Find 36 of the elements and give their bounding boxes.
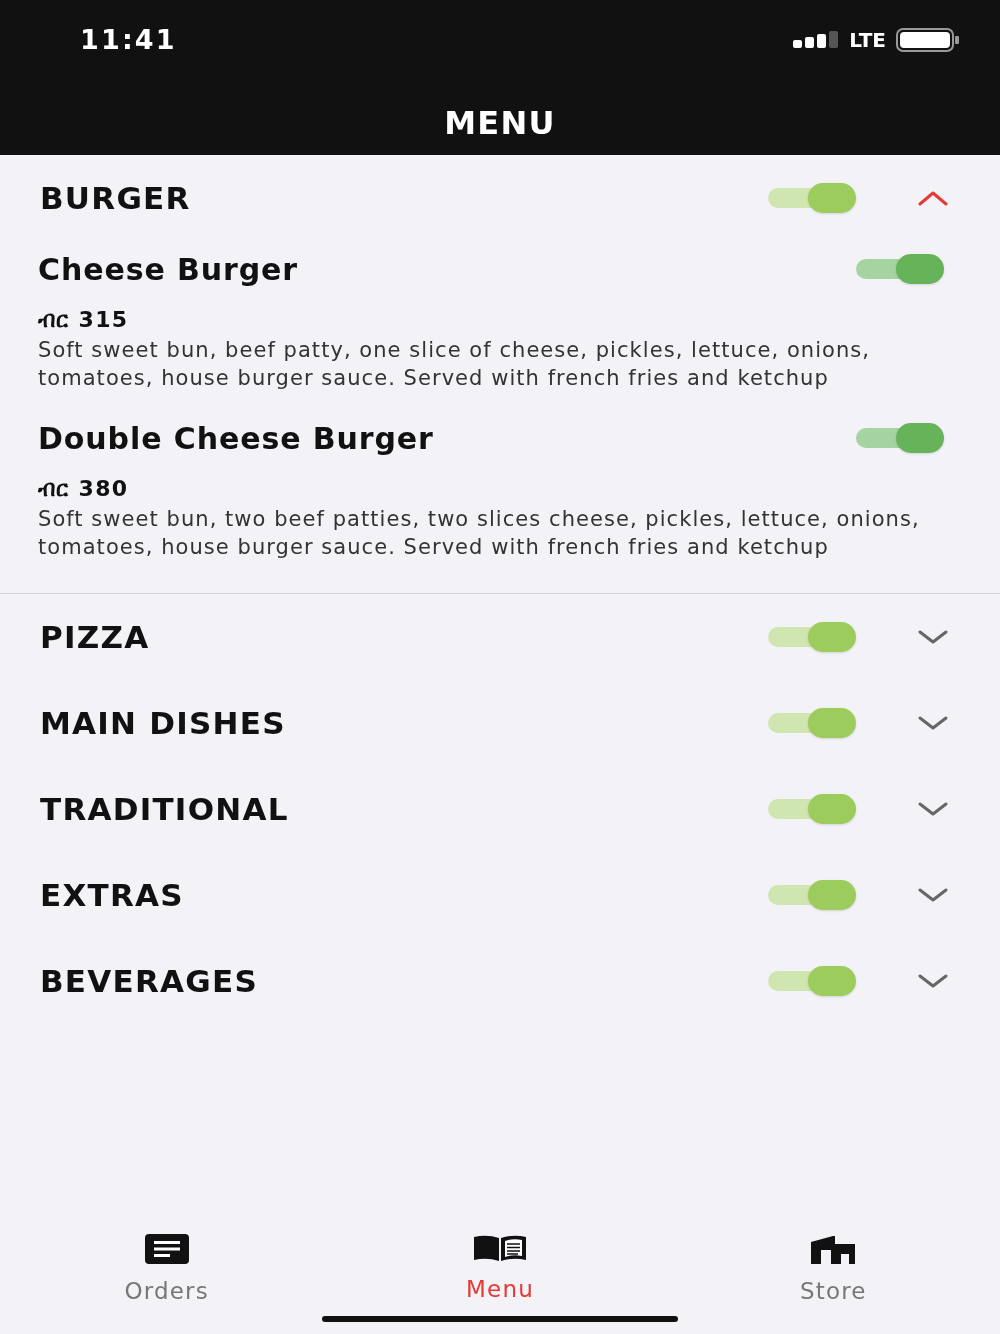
- book-icon: [473, 1234, 527, 1262]
- category-title[interactable]: TRADITIONAL: [40, 785, 768, 833]
- list-icon: [144, 1234, 189, 1264]
- toggle-switch[interactable]: [768, 794, 856, 824]
- chevron-down-icon[interactable]: [918, 715, 948, 731]
- signal-icon: [793, 31, 840, 50]
- chevron-up-icon[interactable]: [918, 190, 948, 206]
- toggle-switch[interactable]: [768, 183, 856, 213]
- status-time: 11:41: [80, 23, 177, 57]
- toggle-switch[interactable]: [856, 423, 944, 453]
- chevron-down-icon[interactable]: [918, 629, 948, 645]
- tab-item[interactable]: Store: [666, 1224, 1000, 1334]
- building-icon: [811, 1234, 856, 1264]
- toggle-switch[interactable]: [768, 708, 856, 738]
- network-label: LTE: [849, 27, 886, 55]
- chevron-down-icon[interactable]: [918, 973, 948, 989]
- toggle-switch[interactable]: [768, 622, 856, 652]
- item-price: ብር 315: [38, 306, 130, 334]
- toggle-switch[interactable]: [856, 254, 944, 284]
- page-title: MENU: [444, 102, 556, 144]
- item-description: Soft sweet bun, two beef patties, two slices cheese, pickles, lettuce, onions, tomatoes, house burger sauce. Served with french fries and ketchup: [38, 506, 921, 561]
- category-title[interactable]: EXTRAS: [40, 871, 768, 919]
- battery-icon: [896, 28, 960, 53]
- category-title[interactable]: PIZZA: [40, 613, 768, 661]
- toggle-switch[interactable]: [768, 880, 856, 910]
- tab-item[interactable]: Orders: [0, 1224, 334, 1334]
- chevron-down-icon[interactable]: [918, 801, 948, 817]
- item-name: Cheese Burger: [38, 250, 299, 289]
- chevron-down-icon[interactable]: [918, 887, 948, 903]
- category-title[interactable]: BURGER: [40, 174, 768, 222]
- item-price: ብር 380: [38, 475, 130, 503]
- item-name: Double Cheese Burger: [38, 419, 434, 458]
- category-title[interactable]: MAIN DISHES: [40, 699, 768, 747]
- category-title[interactable]: BEVERAGES: [40, 957, 768, 1005]
- item-description: Soft sweet bun, beef patty, one slice of cheese, pickles, lettuce, onions, tomatoes, house burger sauce. Served with french fries and ketchup: [38, 337, 872, 392]
- toggle-switch[interactable]: [768, 966, 856, 996]
